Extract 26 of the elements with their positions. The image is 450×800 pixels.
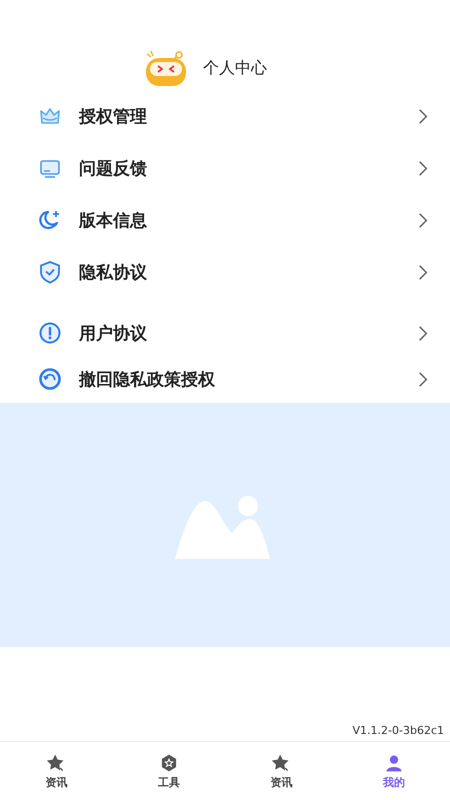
chevron-right-icon bbox=[418, 108, 428, 124]
menu-item[interactable]: 撤回隐私政策授权 bbox=[0, 356, 450, 402]
chevron-right-icon bbox=[418, 324, 428, 342]
person-icon bbox=[384, 752, 404, 772]
revoke-icon bbox=[38, 367, 62, 391]
menu-item[interactable]: 问题反馈 bbox=[0, 142, 450, 194]
mascot-logo bbox=[143, 48, 189, 88]
chevron-right-icon bbox=[418, 370, 428, 388]
menu-item[interactable]: 版本信息 bbox=[0, 194, 450, 246]
moon-icon bbox=[38, 208, 62, 232]
menu-item[interactable]: 授权管理 bbox=[0, 90, 450, 142]
menu-item[interactable]: 用户协议 bbox=[0, 310, 450, 356]
shield-icon bbox=[38, 260, 62, 284]
star-icon bbox=[271, 752, 292, 772]
exclamation-icon bbox=[38, 321, 62, 345]
chevron-right-icon bbox=[418, 212, 428, 228]
chevron-right-icon bbox=[418, 160, 428, 176]
tab-item[interactable]: 我的 bbox=[338, 742, 450, 800]
tab-item[interactable]: 资讯 bbox=[225, 742, 338, 800]
page-title: 个人中心 bbox=[203, 58, 267, 78]
tab-item[interactable]: 工具 bbox=[112, 742, 225, 800]
chevron-right-icon bbox=[418, 264, 428, 280]
star-icon bbox=[46, 752, 66, 772]
version-label: V1.1.2-0-3b62c1 bbox=[352, 724, 445, 739]
menu-item[interactable]: 隐私协议 bbox=[0, 246, 450, 298]
tab-item[interactable]: 资讯 bbox=[0, 742, 112, 800]
